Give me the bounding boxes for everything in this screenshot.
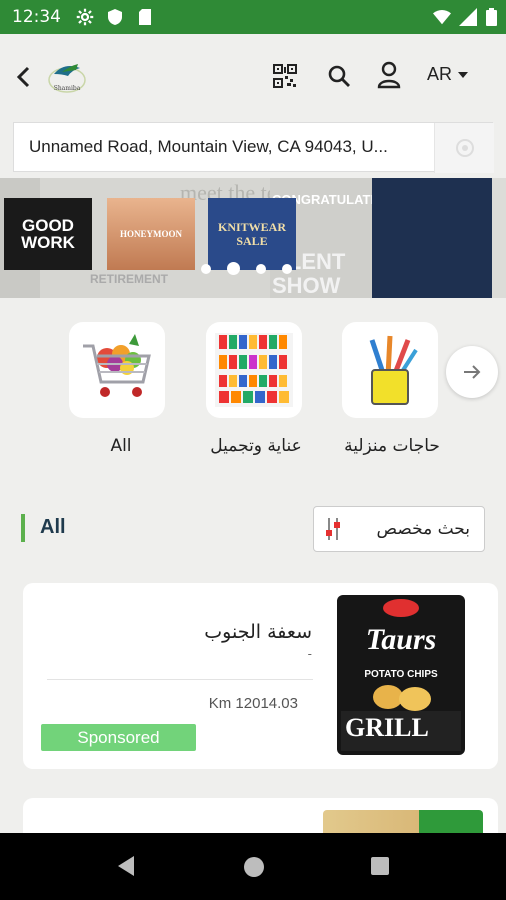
categories-next-button[interactable] — [446, 346, 498, 398]
back-arrow-icon — [16, 66, 30, 88]
brand-logo — [383, 599, 419, 617]
category-beauty-tile[interactable] — [206, 322, 302, 418]
system-nav-bar — [0, 833, 506, 900]
custom-search-button[interactable]: بحث مخصص — [313, 506, 485, 552]
category-beauty-label: عناية وتجميل — [210, 436, 302, 456]
nav-home-button[interactable] — [242, 855, 266, 879]
banner-thumb-text: GOOD WORK — [21, 216, 75, 252]
user-icon — [377, 61, 401, 89]
locate-button[interactable] — [434, 123, 494, 173]
product-flavor: GRILL — [345, 713, 429, 742]
qr-code-icon — [273, 64, 297, 88]
promo-banner[interactable]: meet the teacher CONGRATULATIO ALENT SHO… — [0, 178, 506, 298]
product-line: POTATO CHIPS — [364, 669, 438, 680]
store-image: Taurs POTATO CHIPS GRILL — [337, 595, 465, 755]
banner-page-dot[interactable] — [256, 264, 266, 274]
store-distance: Km 12014.03 — [208, 695, 298, 712]
qr-code-button[interactable] — [272, 62, 298, 90]
filter-sliders-icon — [326, 518, 340, 540]
sponsored-badge: Sponsored — [41, 724, 196, 751]
nav-back-button[interactable] — [114, 853, 138, 879]
arrow-right-icon — [464, 365, 481, 379]
category-household-label: حاجات منزلية — [344, 436, 440, 456]
address-field[interactable]: Unnamed Road, Mountain View, CA 94043, U… — [13, 122, 494, 173]
battery-icon — [482, 8, 500, 26]
banner-bg-text: RETIREMENT — [90, 272, 168, 286]
nav-recents-button[interactable] — [369, 855, 391, 877]
dropdown-arrow-icon — [458, 71, 469, 78]
banner-panel — [372, 178, 492, 298]
product-brand: Taurs — [365, 623, 437, 656]
banner-page-dot[interactable] — [282, 264, 292, 274]
triangle-back-icon — [118, 856, 134, 876]
home-circle-icon — [244, 857, 264, 877]
custom-search-label: بحث مخصص — [376, 519, 470, 539]
banner-page-dot-active[interactable] — [227, 262, 240, 275]
banner-thumb[interactable]: HONEYMOON — [107, 198, 195, 270]
sd-card-icon — [136, 8, 154, 26]
shield-icon — [106, 8, 124, 26]
toothbrush-holder-icon — [369, 335, 418, 405]
store-subtitle: - — [307, 647, 312, 661]
status-bar: 12:34 — [0, 0, 506, 34]
address-text: Unnamed Road, Mountain View, CA 94043, U… — [29, 137, 388, 156]
search-icon — [328, 65, 350, 87]
language-selector[interactable]: AR — [427, 64, 469, 85]
settings-icon — [76, 8, 94, 26]
banner-thumb-text: KNITWEAR SALE — [217, 220, 286, 248]
store-name: سعفة الجنوب — [204, 621, 312, 643]
chip-image — [399, 687, 431, 711]
section-title: All — [40, 516, 66, 538]
shopping-cart-icon — [83, 334, 151, 397]
language-label: AR — [427, 64, 453, 84]
card-divider — [47, 679, 313, 680]
banner-thumb[interactable]: KNITWEAR SALE — [208, 198, 296, 270]
app-logo: Shamiba — [44, 52, 90, 98]
gps-target-icon — [455, 139, 474, 157]
banner-page-dot[interactable] — [201, 264, 211, 274]
category-household-tile[interactable] — [342, 322, 438, 418]
back-button[interactable] — [10, 62, 36, 92]
recents-square-icon — [371, 857, 389, 875]
search-button[interactable] — [325, 62, 353, 90]
wifi-icon — [433, 8, 451, 26]
category-all-tile[interactable] — [69, 322, 165, 418]
svg-text:Shamiba: Shamiba — [54, 85, 81, 92]
signal-icon — [459, 8, 477, 26]
banner-thumb-text: HONEYMOON — [120, 229, 182, 239]
account-button[interactable] — [375, 60, 403, 90]
store-card[interactable]: سعفة الجنوب - Km 12014.03 Sponsored Taur… — [23, 583, 498, 769]
status-time: 12:34 — [12, 7, 61, 27]
beauty-products-icon — [215, 333, 293, 407]
section-accent-bar — [21, 514, 25, 542]
banner-thumb[interactable]: GOOD WORK — [4, 198, 92, 270]
category-all-label: All — [110, 436, 132, 456]
sponsored-label: Sponsored — [77, 727, 160, 747]
